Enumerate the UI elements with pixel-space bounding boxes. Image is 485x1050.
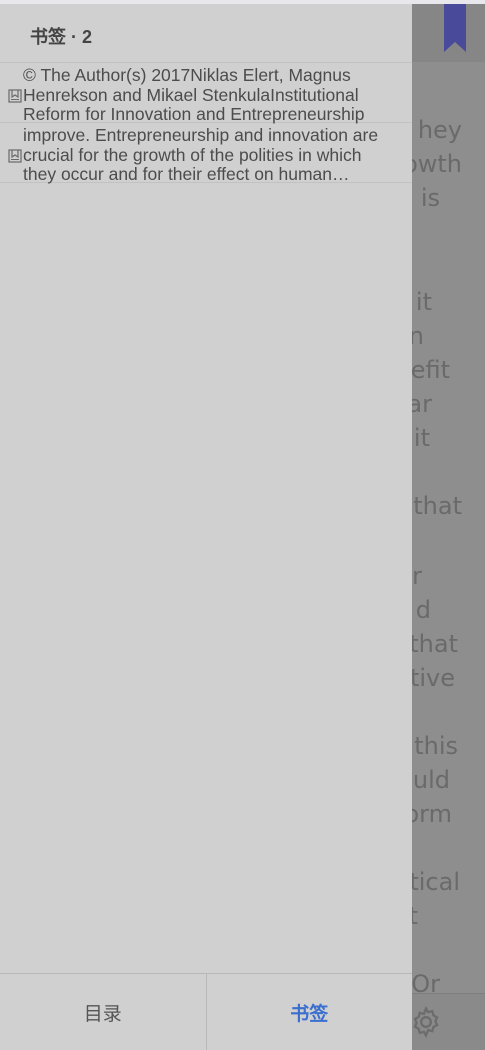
bookmark-ribbon-icon[interactable] xyxy=(444,4,466,52)
bookmark-list: © The Author(s) 2017Niklas Elert, Magnus… xyxy=(0,63,412,185)
bookmark-text: improve. Entrepreneurship and innovation… xyxy=(23,126,379,185)
drawer-tab-bar: 目录 书签 xyxy=(0,973,412,1050)
drawer-title: 书签 · 2 xyxy=(30,27,93,47)
reader-page: hey owth is it n efit ar it that r d tha… xyxy=(0,0,485,1050)
bookmark-text: © The Author(s) 2017Niklas Elert, Magnus… xyxy=(23,66,365,124)
drawer-header: 书签 · 2 xyxy=(0,4,412,63)
bookmark-item[interactable]: © The Author(s) 2017Niklas Elert, Magnus… xyxy=(0,63,412,124)
tab-bookmarks[interactable]: 书签 xyxy=(205,974,413,1050)
gear-icon[interactable] xyxy=(409,1005,443,1039)
bookmark-drawer: 书签 · 2 © The Author(s) 2017Niklas Elert,… xyxy=(0,0,412,1050)
bookmark-small-icon xyxy=(8,89,22,103)
tab-contents[interactable]: 目录 xyxy=(0,974,206,1050)
bookmark-item[interactable]: improve. Entrepreneurship and innovation… xyxy=(0,123,412,185)
bookmark-small-icon xyxy=(8,149,22,163)
